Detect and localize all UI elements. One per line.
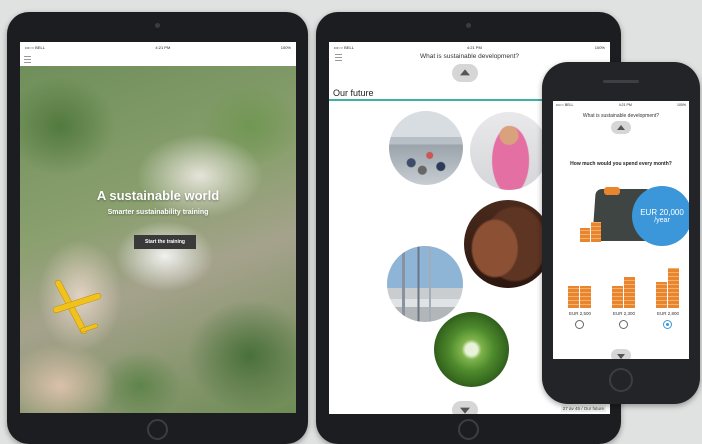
scroll-up-button[interactable]: [452, 64, 478, 82]
option-stack-2: [612, 277, 636, 308]
hero-subtitle: Smarter sustainability training: [107, 209, 209, 216]
face-photo-circle[interactable]: [464, 200, 552, 288]
option-radio-1[interactable]: [575, 320, 584, 329]
option-stack-1: [568, 286, 592, 308]
girl-photo-circle[interactable]: [470, 112, 548, 190]
city-photo-circle[interactable]: [387, 246, 463, 322]
option-stack-3: [656, 268, 680, 308]
time-label: 4:21 PM: [466, 44, 482, 50]
option-radio-2[interactable]: [619, 320, 628, 329]
section-label: Our future: [333, 88, 374, 98]
option-label-1: EUR 2,500: [568, 311, 591, 316]
time-label: 4:21 PM: [618, 103, 632, 107]
home-button[interactable]: [609, 368, 633, 392]
carrier-label: •••○○ BELL: [25, 44, 45, 50]
status-bar: •••○○ BELL 4:21 PM 100%: [329, 42, 610, 52]
coin-illustration: [604, 187, 620, 195]
battery-label: 100%: [280, 44, 291, 50]
left-tablet-screen: •••○○ BELL 4:21 PM 100% A sustainable wo…: [20, 42, 296, 413]
phone: •••○○ BELL 4:21 PM 100% What is sustaina…: [542, 62, 700, 404]
crowd-photo-circle[interactable]: [389, 111, 463, 185]
home-button[interactable]: [147, 419, 168, 440]
scroll-down-button[interactable]: [611, 349, 631, 359]
option-label-2: EUR 2,300: [612, 311, 635, 316]
hero-title: A sustainable world: [96, 188, 220, 203]
yellow-airplane-illustration: [52, 279, 102, 335]
battery-label: 100%: [677, 103, 686, 107]
chevron-down-icon: [617, 353, 625, 359]
app-top-bar: [20, 52, 296, 66]
front-camera: [155, 23, 160, 28]
chevron-up-icon: [617, 124, 625, 130]
header-title: What is sustainable development?: [419, 53, 519, 60]
page-counter: 27 av 45 / Our future: [560, 405, 606, 412]
option-radio-3[interactable]: [663, 320, 672, 329]
menu-icon[interactable]: [24, 56, 31, 63]
chevron-up-icon: [460, 69, 470, 76]
scroll-up-button[interactable]: [611, 121, 631, 134]
selected-dot: [666, 323, 669, 326]
battery-label: 100%: [594, 44, 605, 50]
scroll-down-button[interactable]: [452, 401, 478, 414]
option-label-3: EUR 2,800: [656, 311, 679, 316]
status-bar: •••○○ BELL 4:21 PM 100%: [553, 101, 689, 109]
front-camera: [466, 23, 471, 28]
time-label: 4:21 PM: [155, 44, 171, 50]
status-bar: •••○○ BELL 4:21 PM 100%: [20, 42, 296, 52]
amount-period: /year: [654, 217, 670, 224]
amount-value: EUR 20,000: [640, 208, 684, 217]
chevron-down-icon: [460, 407, 470, 414]
amount-bubble: EUR 20,000 /year: [632, 186, 689, 246]
header-title: What is sustainable development?: [582, 113, 660, 119]
home-button[interactable]: [458, 419, 479, 440]
left-tablet: •••○○ BELL 4:21 PM 100% A sustainable wo…: [7, 12, 308, 444]
section-underline: [329, 99, 564, 101]
forest-photo-circle[interactable]: [434, 312, 509, 387]
phone-screen: •••○○ BELL 4:21 PM 100% What is sustaina…: [553, 101, 689, 359]
question-text: How much would you spend every month?: [570, 161, 672, 167]
carrier-label: •••○○ BELL: [556, 103, 574, 107]
phone-speaker: [603, 80, 639, 83]
start-training-button[interactable]: Start the training: [134, 235, 196, 249]
carrier-label: •••○○ BELL: [334, 44, 354, 50]
coin-stack-illustration: [580, 222, 602, 242]
